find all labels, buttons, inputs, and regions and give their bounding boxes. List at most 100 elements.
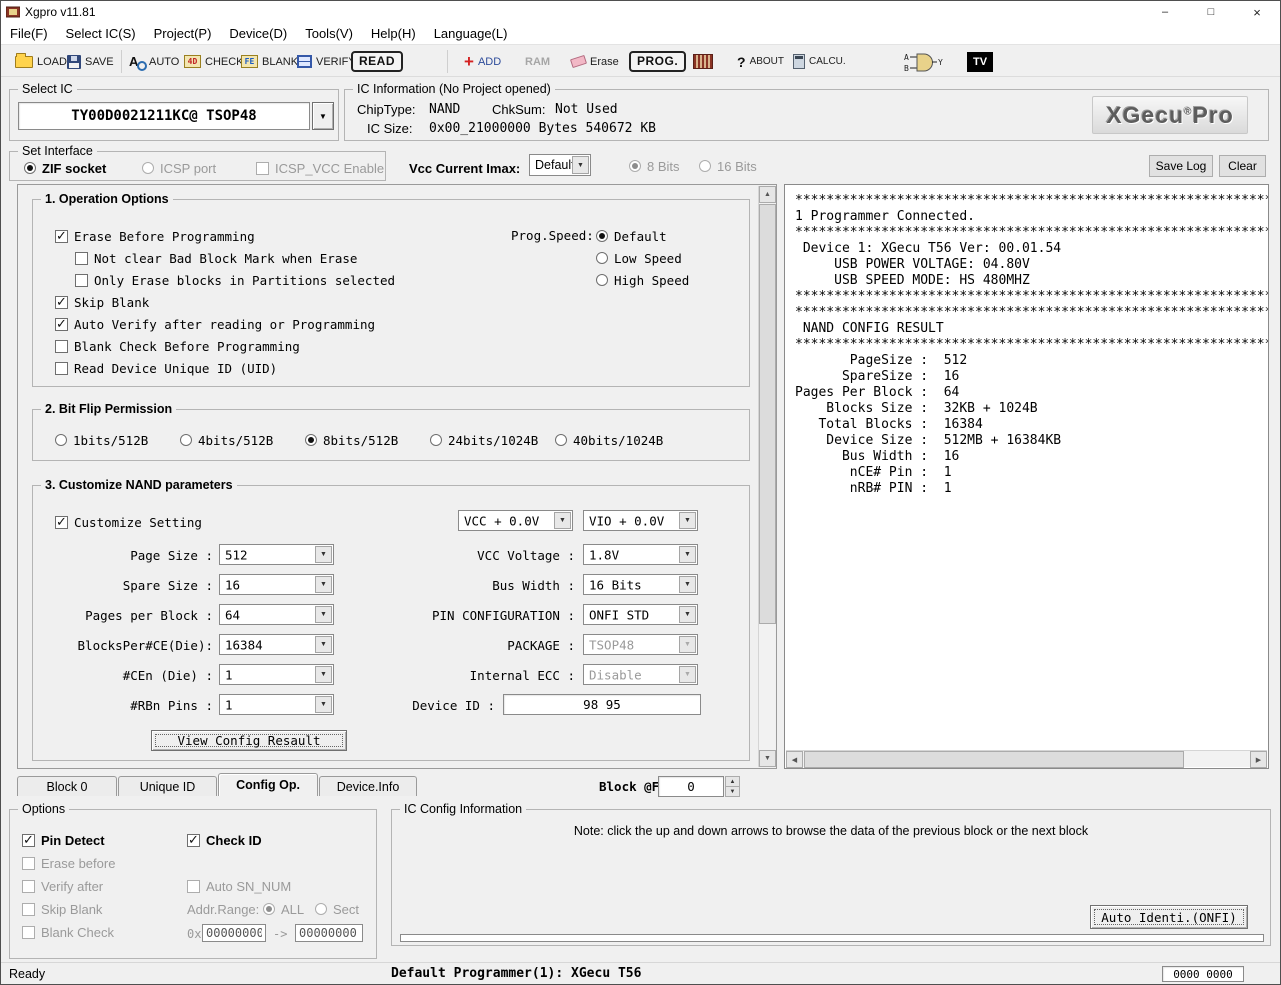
block-at-file-field[interactable]: 0: [658, 776, 724, 797]
radio-16-bits[interactable]: 16 Bits: [699, 158, 757, 174]
checkbox-box[interactable]: [55, 296, 68, 309]
rbn-pins-combo[interactable]: 1 ▼: [219, 694, 334, 715]
checkbox-box[interactable]: [75, 274, 88, 287]
checkbox-erase-before-programming[interactable]: Erase Before Programming: [55, 228, 255, 244]
checkbox-pin-detect[interactable]: Pin Detect: [22, 832, 105, 848]
checkbox-check-id[interactable]: Check ID: [187, 832, 262, 848]
menu-select-ic[interactable]: Select IC(S): [57, 23, 145, 44]
view-config-button[interactable]: View Config Resault: [151, 730, 347, 751]
checkbox-read-uid[interactable]: Read Device Unique ID (UID): [55, 360, 277, 376]
vcc-offset-combo[interactable]: VCC + 0.0V ▼: [458, 510, 573, 531]
radio-dot[interactable]: [699, 160, 711, 172]
checkbox-erase-before[interactable]: Erase before: [22, 855, 115, 871]
menu-help[interactable]: Help(H): [362, 23, 425, 44]
checkbox-box[interactable]: [22, 880, 35, 893]
radio-40bits-1024b[interactable]: 40bits/1024B: [555, 432, 663, 448]
radio-speed-default[interactable]: Default: [596, 228, 667, 244]
spare-size-combo[interactable]: 16 ▼: [219, 574, 334, 595]
checkbox-icsp-vcc-enable[interactable]: ICSP_VCC Enable: [256, 160, 384, 176]
cen-die-combo[interactable]: 1 ▼: [219, 664, 334, 685]
chevron-down-icon[interactable]: ▼: [679, 576, 696, 593]
maximize-button[interactable]: □: [1188, 1, 1234, 23]
radio-addr-sect[interactable]: Sect: [315, 901, 359, 917]
checkbox-skip-blank[interactable]: Skip Blank: [55, 294, 149, 310]
radio-addr-all[interactable]: ALL: [263, 901, 304, 917]
about-button[interactable]: ? ABOUT: [737, 46, 784, 77]
save-button[interactable]: SAVE: [67, 46, 114, 77]
radio-dot[interactable]: [430, 434, 442, 446]
radio-4bits-512b[interactable]: 4bits/512B: [180, 432, 273, 448]
checkbox-skip-blank-option[interactable]: Skip Blank: [22, 901, 102, 917]
radio-speed-high[interactable]: High Speed: [596, 272, 689, 288]
tab-config-op[interactable]: Config Op.: [218, 773, 318, 796]
checkbox-blank-check-option[interactable]: Blank Check: [22, 924, 114, 940]
prog-button[interactable]: PROG.: [629, 46, 686, 77]
checkbox-box[interactable]: [55, 516, 68, 529]
chevron-down-icon[interactable]: ▼: [679, 546, 696, 563]
calcu-button[interactable]: CALCU.: [793, 46, 846, 77]
checkbox-customize-setting[interactable]: Customize Setting: [55, 514, 202, 530]
check-button[interactable]: 4D CHECK: [184, 46, 244, 77]
select-ic-dropdown-button[interactable]: ▼: [312, 102, 334, 130]
tv-button[interactable]: TV: [967, 46, 993, 77]
checkbox-auto-sn-num[interactable]: Auto SN_NUM: [187, 878, 291, 894]
checkbox-box[interactable]: [55, 318, 68, 331]
chevron-down-icon[interactable]: ▼: [315, 636, 332, 653]
log-horizontal-scrollbar[interactable]: ◀ ▶: [786, 750, 1267, 767]
radio-dot[interactable]: [55, 434, 67, 446]
vio-offset-combo[interactable]: VIO + 0.0V ▼: [583, 510, 698, 531]
radio-dot[interactable]: [315, 903, 327, 915]
verify-button[interactable]: VERIFY: [297, 46, 356, 77]
vcc-voltage-combo[interactable]: 1.8V ▼: [583, 544, 698, 565]
tab-device-info[interactable]: Device.Info: [319, 776, 417, 796]
scroll-left-icon[interactable]: ◀: [786, 751, 803, 768]
blank-button[interactable]: FE BLANK: [241, 46, 298, 77]
checkbox-box[interactable]: [256, 162, 269, 175]
scrollbar-thumb[interactable]: [804, 751, 1184, 768]
radio-dot[interactable]: [180, 434, 192, 446]
scroll-down-icon[interactable]: ▼: [759, 750, 776, 767]
menu-device[interactable]: Device(D): [220, 23, 296, 44]
checkbox-box[interactable]: [55, 340, 68, 353]
chevron-down-icon[interactable]: ▼: [679, 512, 696, 529]
log-panel[interactable]: ****************************************…: [784, 184, 1269, 769]
radio-1bits-512b[interactable]: 1bits/512B: [55, 432, 148, 448]
device-id-field[interactable]: 98 95: [503, 694, 701, 715]
checkbox-box[interactable]: [55, 230, 68, 243]
radio-dot[interactable]: [305, 434, 317, 446]
checkbox-box[interactable]: [22, 834, 35, 847]
addr-from-input[interactable]: [202, 924, 266, 942]
radio-zif-socket[interactable]: ZIF socket: [24, 160, 106, 176]
pages-per-block-combo[interactable]: 64 ▼: [219, 604, 334, 625]
config-panel-scrollbar[interactable]: ▲ ▼: [758, 186, 775, 767]
chevron-down-icon[interactable]: ▼: [554, 512, 571, 529]
chevron-down-icon[interactable]: ▼: [315, 696, 332, 713]
menu-tools[interactable]: Tools(V): [296, 23, 362, 44]
block-spin-down-icon[interactable]: ▼: [725, 786, 740, 797]
checkbox-verify-after[interactable]: Verify after: [22, 878, 103, 894]
selected-ic-field[interactable]: TY00D0021211KC@ TSOP48: [18, 102, 310, 130]
close-button[interactable]: ×: [1234, 1, 1280, 23]
radio-icsp-port[interactable]: ICSP port: [142, 160, 216, 176]
pin-configuration-combo[interactable]: ONFI STD ▼: [583, 604, 698, 625]
load-button[interactable]: LOAD: [15, 46, 67, 77]
ic-test-button[interactable]: [693, 46, 713, 77]
checkbox-box[interactable]: [75, 252, 88, 265]
checkbox-box[interactable]: [187, 880, 200, 893]
bus-width-combo[interactable]: 16 Bits ▼: [583, 574, 698, 595]
chevron-down-icon[interactable]: ▼: [679, 606, 696, 623]
radio-dot[interactable]: [142, 162, 154, 174]
chevron-down-icon[interactable]: ▼: [315, 666, 332, 683]
checkbox-box[interactable]: [22, 857, 35, 870]
scroll-up-icon[interactable]: ▲: [759, 186, 776, 203]
auto-identi-button[interactable]: Auto Identi.(ONFI): [1090, 905, 1248, 929]
addr-to-input[interactable]: [295, 924, 363, 942]
ram-button[interactable]: RAM: [525, 46, 550, 77]
radio-dot[interactable]: [596, 230, 608, 242]
checkbox-blank-check-before[interactable]: Blank Check Before Programming: [55, 338, 300, 354]
tab-block-0[interactable]: Block 0: [17, 776, 117, 796]
radio-dot[interactable]: [596, 252, 608, 264]
vcc-imax-combo[interactable]: Default ▼: [529, 154, 591, 176]
chevron-down-icon[interactable]: ▼: [315, 576, 332, 593]
radio-dot[interactable]: [263, 903, 275, 915]
